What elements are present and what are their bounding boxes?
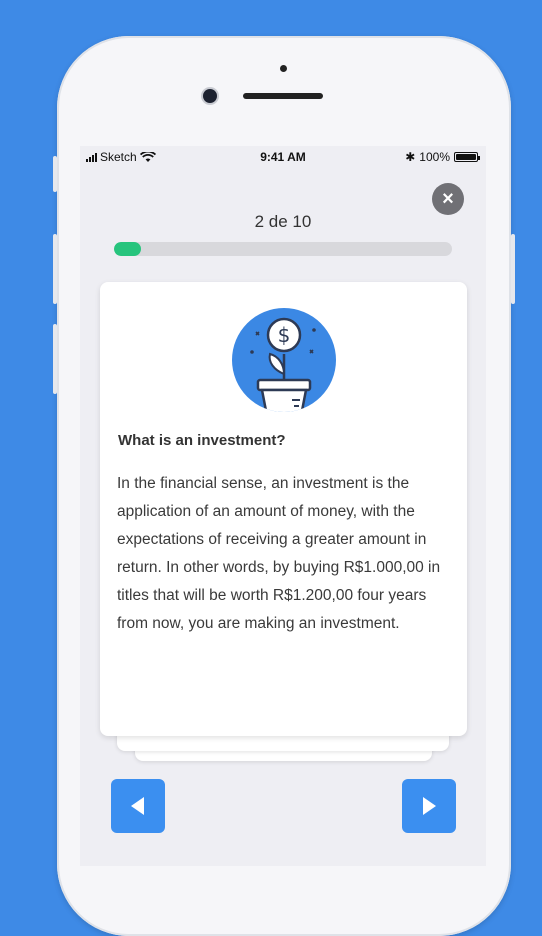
mute-switch xyxy=(53,156,57,192)
status-right: ✱ 100% xyxy=(405,150,480,164)
close-button[interactable]: × xyxy=(432,183,464,215)
front-camera xyxy=(203,89,217,103)
screen: Sketch 9:41 AM ✱ 100% × 2 de 10 $ What i… xyxy=(80,146,486,866)
previous-button[interactable] xyxy=(111,779,165,833)
card-title: What is an investment? xyxy=(118,432,286,449)
lesson-card[interactable]: $ What is an investment? In the financia… xyxy=(100,282,467,736)
triangle-right-icon xyxy=(423,797,436,815)
battery-icon xyxy=(454,152,480,162)
battery-percent: 100% xyxy=(419,150,450,164)
next-button[interactable] xyxy=(402,779,456,833)
power-button xyxy=(511,234,515,304)
triangle-left-icon xyxy=(131,797,144,815)
svg-text:$: $ xyxy=(278,323,291,347)
card-body: In the financial sense, an investment is… xyxy=(117,475,441,632)
progress-bar xyxy=(114,242,452,256)
earpiece-speaker xyxy=(243,93,323,99)
bluetooth-icon: ✱ xyxy=(405,150,416,164)
proximity-sensor xyxy=(280,65,287,72)
volume-down-button xyxy=(53,324,57,394)
progress-label: 2 de 10 xyxy=(254,212,312,231)
progress-bar-fill xyxy=(114,242,142,256)
volume-up-button xyxy=(53,234,57,304)
money-plant-icon: $ xyxy=(232,308,336,412)
status-bar: Sketch 9:41 AM ✱ 100% xyxy=(80,146,486,170)
